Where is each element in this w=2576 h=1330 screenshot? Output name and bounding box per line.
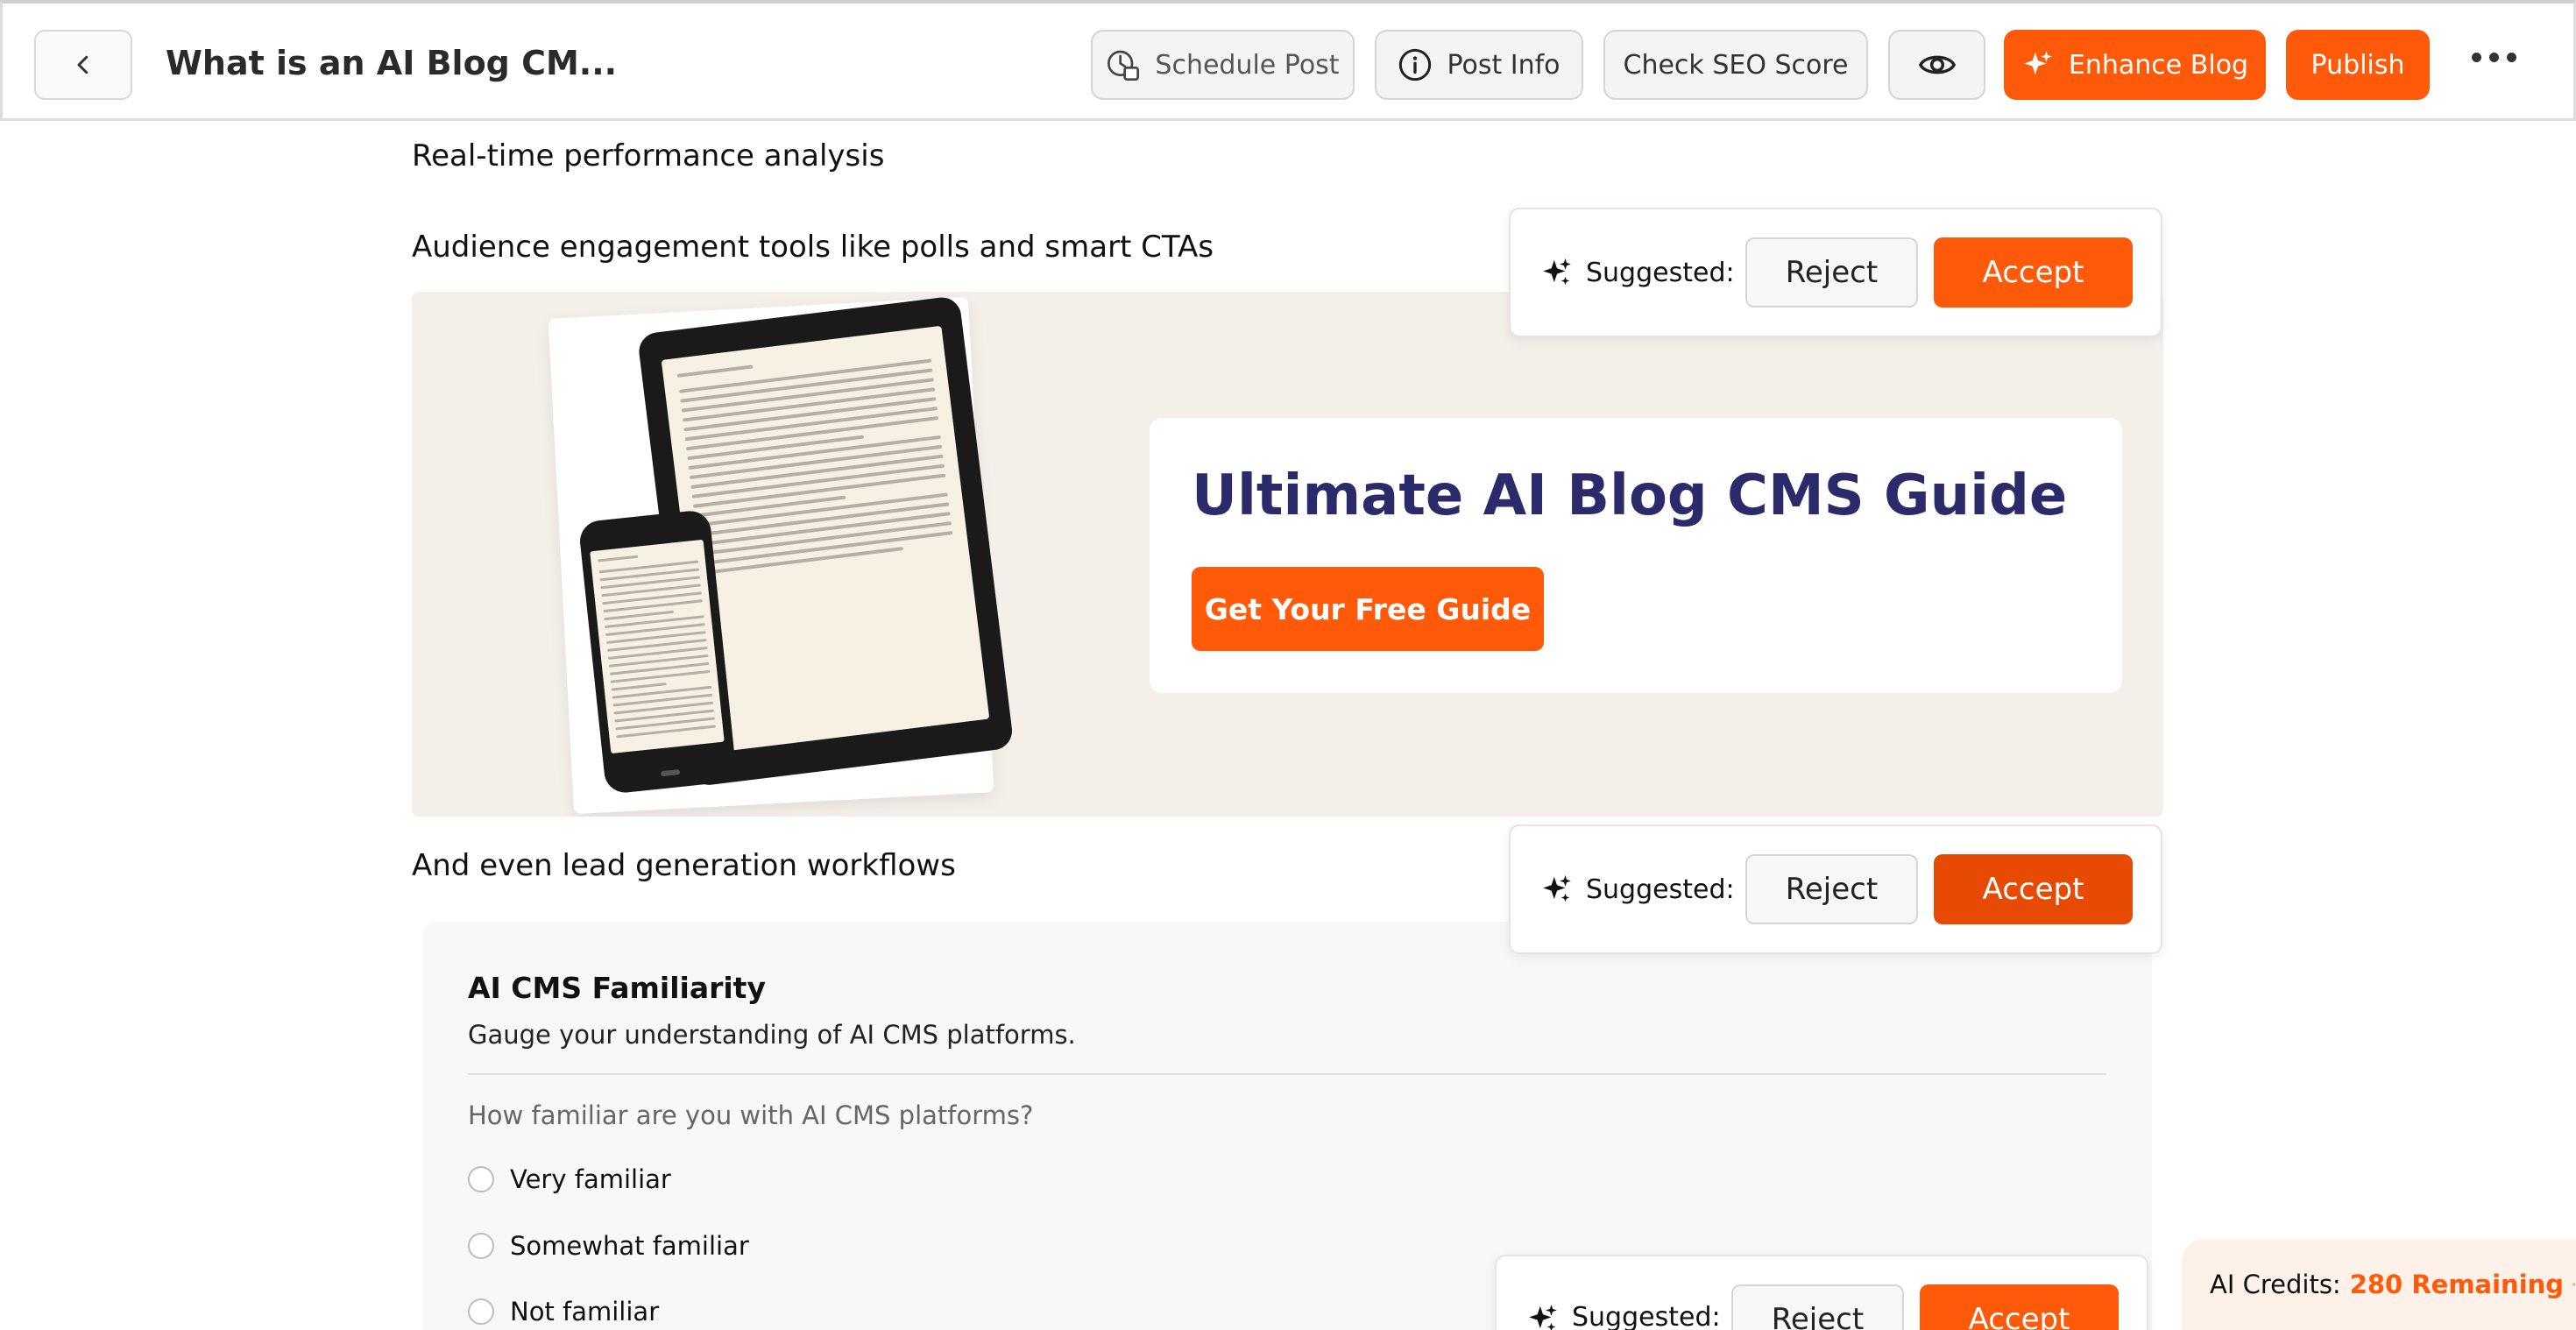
sparkle-icon — [1543, 258, 1571, 286]
reject-button[interactable]: Reject — [1745, 237, 1918, 308]
cta-card: Ultimate AI Blog CMS Guide Get Your Free… — [1150, 418, 2122, 693]
coins-icon — [2572, 1283, 2576, 1286]
more-options-button[interactable] — [2472, 53, 2516, 62]
accept-button[interactable]: Accept — [1934, 237, 2133, 308]
enhance-blog-button[interactable]: Enhance Blog — [2004, 30, 2266, 100]
page-title: What is an AI Blog CM... — [166, 44, 618, 82]
poll-option[interactable]: Somewhat familiar — [468, 1231, 749, 1261]
guide-banner: Ultimate AI Blog CMS Guide Get Your Free… — [412, 292, 2163, 817]
sparkle-icon — [2024, 51, 2052, 75]
preview-button[interactable] — [1888, 30, 1985, 100]
devices-image — [548, 295, 1015, 815]
post-info-button[interactable]: Post Info — [1375, 30, 1583, 100]
poll-description: Gauge your understanding of AI CMS platf… — [468, 1020, 1076, 1050]
suggested-label: Suggested: — [1586, 257, 1735, 288]
sparkle-icon — [1529, 1305, 1557, 1330]
post-info-label: Post Info — [1447, 49, 1560, 81]
divider — [468, 1073, 2106, 1075]
content-paragraph: Audience engagement tools like polls and… — [412, 230, 1214, 265]
radio-button[interactable] — [468, 1298, 494, 1325]
suggested-label: Suggested: — [1572, 1302, 1721, 1330]
poll-option[interactable]: Not familiar — [468, 1297, 659, 1326]
more-horizontal-icon — [2472, 53, 2481, 62]
poll-option-label: Not familiar — [510, 1297, 660, 1326]
content-paragraph: Real-time performance analysis — [412, 138, 885, 173]
poll-option[interactable]: Very familiar — [468, 1164, 671, 1194]
ai-credits-label: AI Credits: — [2210, 1270, 2341, 1299]
suggestion-popup: Suggested: Reject Accept — [1509, 208, 2162, 337]
accept-button[interactable]: Accept — [1920, 1284, 2119, 1330]
top-toolbar: What is an AI Blog CM... Schedule Post P… — [0, 0, 2576, 121]
publish-label: Publish — [2311, 49, 2405, 81]
clock-calendar-icon — [1108, 50, 1140, 81]
suggested-label: Suggested: — [1586, 874, 1735, 905]
sparkle-icon — [1543, 875, 1571, 902]
chevron-left-icon — [77, 55, 88, 74]
reject-button[interactable]: Reject — [1745, 854, 1918, 924]
poll-option-label: Very familiar — [510, 1164, 671, 1194]
publish-button[interactable]: Publish — [2286, 30, 2430, 100]
radio-button[interactable] — [468, 1233, 494, 1259]
suggestion-popup: Suggested: Reject Accept — [1509, 824, 2162, 954]
ai-credits-value: 280 Remaining — [2349, 1270, 2565, 1299]
schedule-post-button[interactable]: Schedule Post — [1091, 30, 1355, 100]
suggestion-popup: Suggested: Reject Accept — [1495, 1255, 2148, 1330]
schedule-post-label: Schedule Post — [1155, 49, 1340, 81]
reject-button[interactable]: Reject — [1731, 1284, 1904, 1330]
check-seo-label: Check SEO Score — [1623, 49, 1849, 81]
ai-credits-badge: AI Credits: 280 Remaining — [2182, 1239, 2576, 1330]
accept-button[interactable]: Accept — [1934, 854, 2133, 924]
poll-question: How familiar are you with AI CMS platfor… — [468, 1100, 1034, 1130]
eye-icon — [1918, 55, 1956, 74]
poll-option-label: Somewhat familiar — [510, 1231, 749, 1261]
check-seo-button[interactable]: Check SEO Score — [1603, 30, 1868, 100]
poll-title: AI CMS Familiarity — [468, 971, 766, 1005]
radio-button[interactable] — [468, 1166, 494, 1192]
content-paragraph: And even lead generation workflows — [412, 848, 956, 883]
info-icon — [1399, 48, 1432, 81]
cta-title: Ultimate AI Blog CMS Guide — [1192, 463, 2068, 528]
enhance-blog-label: Enhance Blog — [2068, 49, 2249, 81]
back-button[interactable] — [34, 30, 132, 100]
get-free-guide-button[interactable]: Get Your Free Guide — [1192, 567, 1544, 651]
